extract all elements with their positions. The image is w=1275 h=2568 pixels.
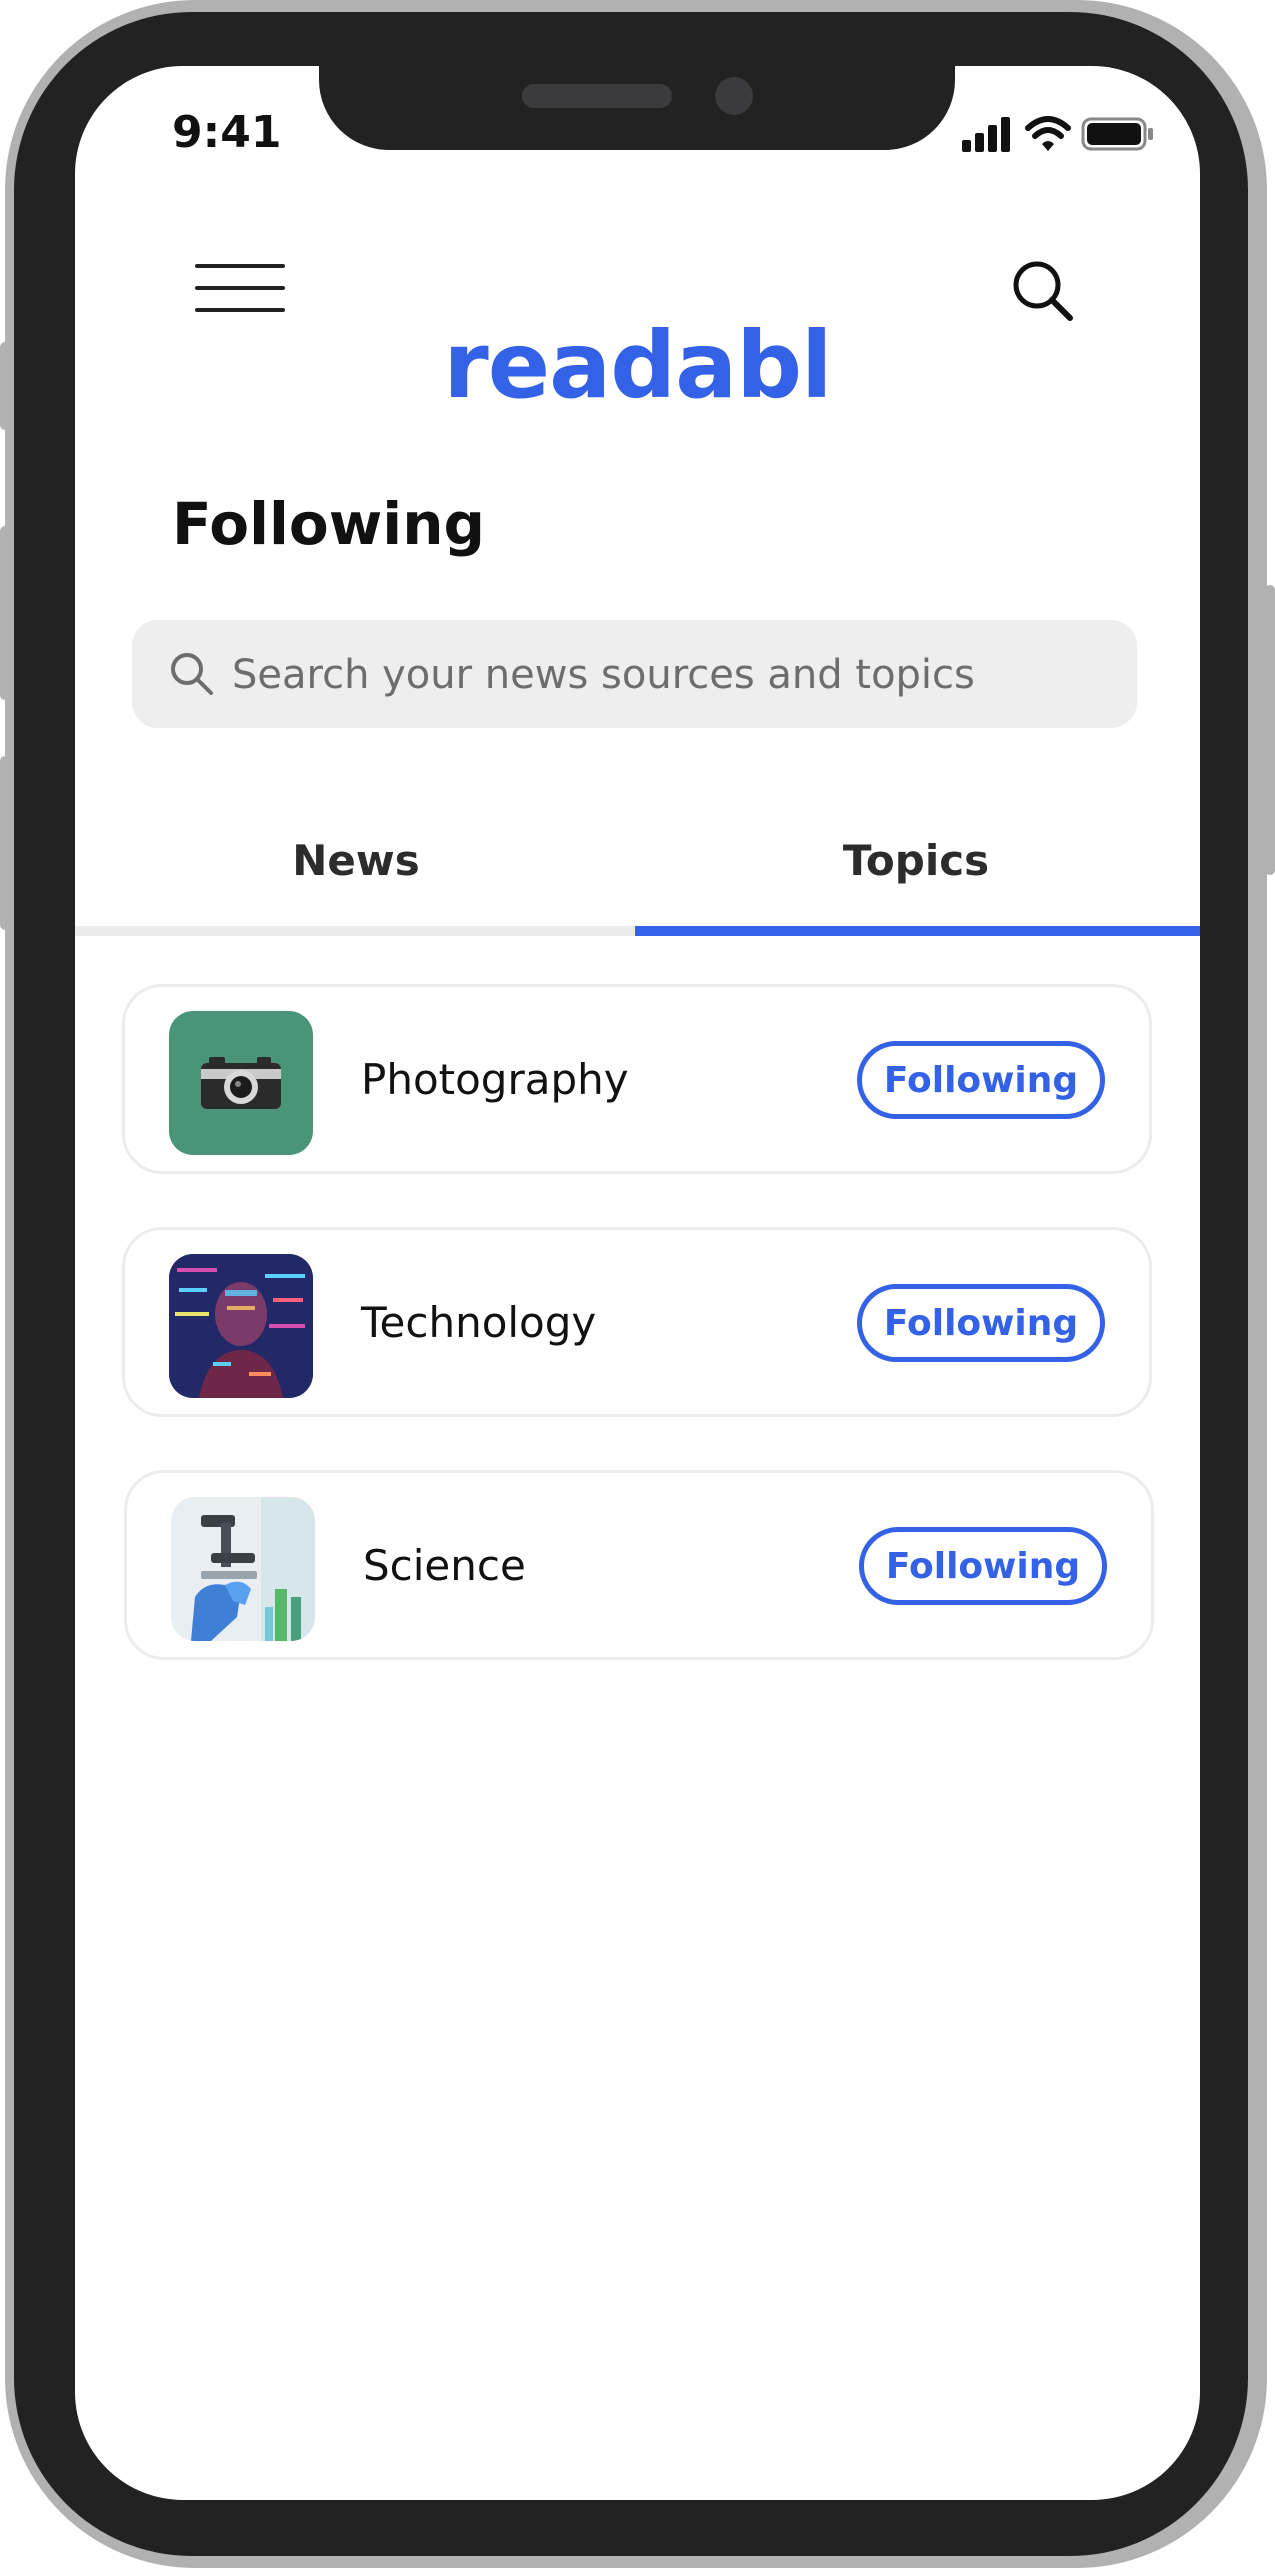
science-thumbnail bbox=[171, 1497, 315, 1641]
search-bar[interactable] bbox=[132, 620, 1137, 728]
tab-underline-news bbox=[75, 926, 635, 936]
topic-name: Technology bbox=[361, 1298, 597, 1347]
battery-icon bbox=[1081, 117, 1153, 151]
front-camera bbox=[715, 77, 753, 115]
following-button[interactable]: Following bbox=[859, 1527, 1107, 1605]
hamburger-menu-icon[interactable] bbox=[195, 262, 285, 314]
signal-icon bbox=[962, 117, 1010, 152]
topic-name: Photography bbox=[361, 1055, 629, 1104]
following-button[interactable]: Following bbox=[857, 1041, 1105, 1119]
brand-logo: readabl bbox=[443, 312, 832, 419]
speaker-grille bbox=[522, 84, 672, 108]
wifi-icon bbox=[1025, 116, 1071, 151]
status-icons bbox=[960, 114, 1155, 154]
search-input[interactable] bbox=[230, 642, 1114, 708]
side-button-volume-down bbox=[0, 756, 10, 930]
list-item[interactable]: Science Following bbox=[124, 1470, 1154, 1660]
topic-name: Science bbox=[363, 1541, 526, 1590]
side-button-power bbox=[1265, 585, 1275, 875]
list-item[interactable]: Technology Following bbox=[122, 1227, 1152, 1417]
status-time: 9:41 bbox=[172, 107, 282, 158]
tab-underline-topics-active bbox=[635, 926, 1200, 936]
side-button-mute bbox=[0, 342, 10, 430]
technology-thumbnail bbox=[169, 1254, 313, 1398]
photography-thumbnail bbox=[169, 1011, 313, 1155]
search-icon[interactable] bbox=[1010, 258, 1076, 324]
side-button-volume-up bbox=[0, 526, 10, 700]
page-title: Following bbox=[172, 490, 485, 558]
tab-news[interactable]: News bbox=[75, 836, 637, 885]
following-button[interactable]: Following bbox=[857, 1284, 1105, 1362]
tab-topics[interactable]: Topics bbox=[635, 836, 1197, 885]
list-item[interactable]: Photography Following bbox=[122, 984, 1152, 1174]
notch bbox=[319, 66, 955, 150]
search-icon bbox=[171, 653, 213, 695]
